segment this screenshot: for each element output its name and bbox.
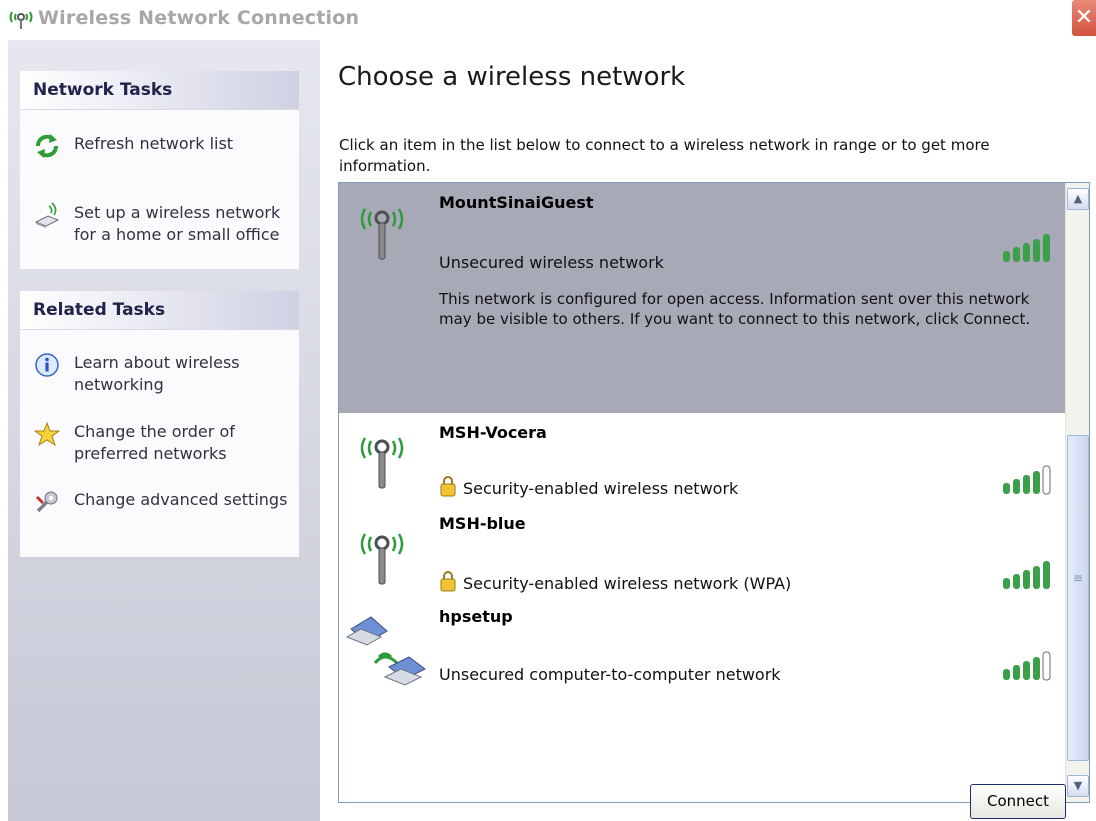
- antenna-icon: [360, 533, 404, 585]
- main-pane: Choose a wireless network Click an item …: [320, 40, 1096, 821]
- network-status: Security-enabled wireless network (WPA): [463, 574, 792, 593]
- close-icon: ✕: [1074, 5, 1094, 30]
- lock-icon: [440, 571, 456, 592]
- network-name: hpsetup: [439, 607, 513, 626]
- title-bar: Wireless Network Connection ✕: [0, 0, 1096, 40]
- network-status: Unsecured wireless network: [439, 253, 664, 272]
- signal-strength-icon: [1003, 561, 1050, 589]
- close-button[interactable]: ✕: [1072, 0, 1096, 36]
- setup-wireless-network-label: Set up a wireless network for a home or …: [74, 203, 281, 244]
- instruction-text: Click an item in the list below to conne…: [339, 136, 990, 175]
- wireless-icon: [9, 11, 33, 29]
- network-name: MSH-blue: [439, 514, 526, 533]
- network-item[interactable]: MSH-Vocera Security-enabled wireless net…: [339, 413, 1065, 508]
- network-name: MSH-Vocera: [439, 423, 547, 442]
- signal-strength-icon: [1003, 651, 1051, 681]
- network-item[interactable]: MSH-blue Security-enabled wireless netwo…: [339, 508, 1065, 603]
- advanced-settings-label: Change advanced settings: [74, 490, 288, 509]
- grip-icon: ≡: [1073, 571, 1084, 585]
- scroll-up-button[interactable]: ▲: [1067, 188, 1089, 210]
- wireless-setup-icon: [34, 202, 60, 228]
- related-tasks-panel: Related Tasks Learn about wireless netwo…: [20, 291, 299, 557]
- change-order-label: Change the order of preferred networks: [74, 422, 235, 463]
- network-tasks-panel: Network Tasks Refresh network list Set u…: [20, 71, 299, 269]
- network-list[interactable]: MountSinaiGuest Unsecured wireless netwo…: [338, 182, 1090, 803]
- refresh-network-list-label: Refresh network list: [74, 134, 234, 153]
- network-status: Unsecured computer-to-computer network: [439, 665, 781, 684]
- chevron-up-icon: ▲: [1073, 192, 1083, 205]
- signal-strength-icon: [1003, 234, 1050, 262]
- refresh-icon: [36, 134, 58, 158]
- antenna-icon: [360, 208, 404, 260]
- star-icon: [34, 421, 60, 447]
- network-item[interactable]: MountSinaiGuest Unsecured wireless netwo…: [339, 183, 1065, 413]
- learn-wireless-label: Learn about wireless networking: [74, 353, 240, 394]
- antenna-icon: [360, 437, 404, 489]
- scroll-down-button[interactable]: ▼: [1067, 775, 1089, 797]
- signal-strength-icon: [1003, 465, 1051, 495]
- network-item[interactable]: hpsetup Unsecured computer-to-computer n…: [339, 603, 1065, 698]
- info-icon: [35, 353, 59, 377]
- scroll-thumb[interactable]: ≡: [1067, 435, 1089, 761]
- window-title: Wireless Network Connection: [38, 7, 360, 29]
- chevron-down-icon: ▼: [1073, 779, 1083, 792]
- page-title: Choose a wireless network: [338, 62, 686, 92]
- related-tasks-header[interactable]: Related Tasks: [20, 291, 299, 330]
- computer-to-computer-icon: [345, 616, 426, 686]
- network-status: Security-enabled wireless network: [463, 479, 739, 498]
- network-name: MountSinaiGuest: [439, 193, 594, 212]
- list-scrollbar[interactable]: ▲ ≡ ▼: [1065, 183, 1089, 802]
- network-description: This network is configured for open acce…: [439, 290, 1031, 328]
- settings-icon: [35, 491, 58, 513]
- lock-icon: [440, 476, 456, 497]
- network-tasks-header[interactable]: Network Tasks: [20, 71, 299, 110]
- connect-button[interactable]: Connect: [970, 784, 1066, 819]
- task-pane: Network Tasks Refresh network list Set u…: [8, 40, 320, 821]
